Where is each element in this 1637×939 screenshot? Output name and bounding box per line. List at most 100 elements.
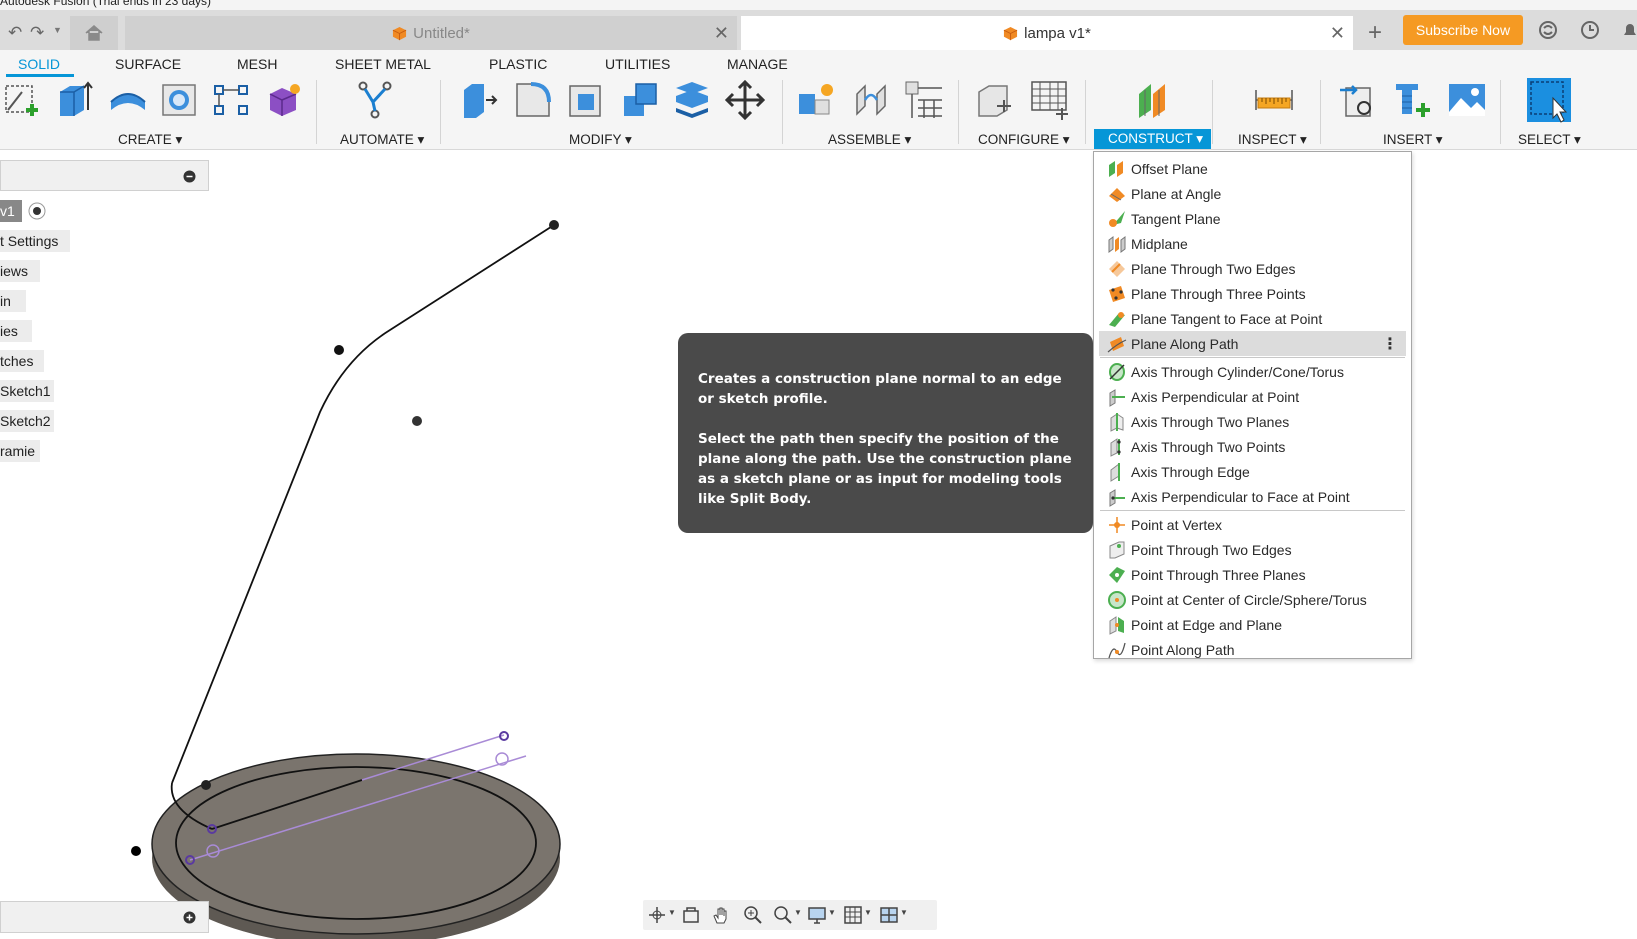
split-body-icon[interactable] [672, 80, 712, 120]
revolve-icon[interactable] [108, 80, 148, 120]
new-tab-button[interactable]: + [1358, 16, 1392, 50]
menu-item-point-at-vertex[interactable]: Point at Vertex [1099, 512, 1406, 537]
fit-icon[interactable] [773, 905, 793, 925]
menu-item-plane-at-angle[interactable]: Plane at Angle [1099, 181, 1406, 206]
create-sketch-icon[interactable] [2, 80, 42, 120]
browser-item-root[interactable]: v1 [0, 200, 22, 222]
menu-item-plane-tangent-to-face-at-point[interactable]: Plane Tangent to Face at Point [1099, 306, 1406, 331]
menu-item-midplane[interactable]: Midplane [1099, 231, 1406, 256]
press-pull-icon[interactable] [458, 80, 498, 120]
tab-manage[interactable]: MANAGE [727, 56, 788, 72]
menu-item-axis-through-two-points[interactable]: Axis Through Two Points [1099, 434, 1406, 459]
select-icon[interactable] [1525, 76, 1573, 124]
create-form-icon[interactable] [264, 80, 304, 120]
create-group-label[interactable]: CREATE ▾ [118, 132, 182, 148]
menu-item-point-through-three-planes[interactable]: Point Through Three Planes [1099, 562, 1406, 587]
configure-group-label[interactable]: CONFIGURE ▾ [978, 132, 1070, 148]
viewports-dropdown-icon[interactable]: ▼ [900, 908, 908, 917]
sketch-point[interactable] [549, 220, 559, 230]
undo-icon[interactable]: ↶ [8, 24, 22, 41]
zoom-dropdown-icon[interactable]: ▼ [794, 908, 802, 917]
orbit-icon[interactable] [647, 905, 667, 925]
insert-derive-icon[interactable] [1338, 80, 1378, 120]
sketch-point[interactable] [334, 345, 344, 355]
browser-item-bodies[interactable]: ies [0, 320, 32, 342]
construct-plane-icon[interactable] [1135, 80, 1175, 120]
menu-item-plane-along-path[interactable]: Plane Along Path ⋮ [1099, 331, 1406, 356]
pan-hand-icon[interactable] [711, 905, 731, 925]
expand-icon[interactable] [183, 911, 196, 924]
extrude-icon[interactable] [54, 80, 94, 120]
sketch-path[interactable] [171, 224, 555, 784]
menu-item-point-at-edge-and-plane[interactable]: Point at Edge and Plane [1099, 612, 1406, 637]
close-icon[interactable]: ✕ [714, 23, 729, 44]
sketch-point[interactable] [131, 846, 141, 856]
menu-item-point-along-path[interactable]: Point Along Path [1099, 637, 1406, 662]
browser-item-sketch2[interactable]: Sketch2 [0, 410, 54, 432]
display-dropdown-icon[interactable]: ▼ [828, 908, 836, 917]
menu-item-axis-through-edge[interactable]: Axis Through Edge [1099, 459, 1406, 484]
automate-icon[interactable] [355, 80, 395, 120]
menu-item-plane-through-three-points[interactable]: Plane Through Three Points [1099, 281, 1406, 306]
clock-icon[interactable] [1580, 20, 1600, 40]
pattern-icon[interactable] [212, 80, 252, 120]
inspect-group-label[interactable]: INSPECT ▾ [1238, 132, 1307, 148]
tab-lampa[interactable]: lampa v1* ✕ [741, 16, 1353, 50]
joint-icon[interactable] [851, 80, 891, 120]
zoom-icon[interactable] [743, 905, 763, 925]
modify-group-label[interactable]: MODIFY ▾ [569, 132, 632, 148]
tab-surface[interactable]: SURFACE [115, 56, 181, 72]
menu-item-plane-through-two-edges[interactable]: Plane Through Two Edges [1099, 256, 1406, 281]
tab-solid[interactable]: SOLID [18, 56, 60, 72]
shell-icon[interactable] [566, 80, 606, 120]
menu-item-axis-perpendicular-at-point[interactable]: Axis Perpendicular at Point [1099, 384, 1406, 409]
more-options-icon[interactable]: ⋮ [1382, 334, 1398, 354]
automate-group-label[interactable]: AUTOMATE ▾ [340, 132, 424, 148]
grid-dropdown-icon[interactable]: ▼ [864, 908, 872, 917]
hole-icon[interactable] [160, 80, 200, 120]
insert-group-label[interactable]: INSERT ▾ [1383, 132, 1443, 148]
home-button[interactable] [70, 16, 118, 50]
notifications-icon[interactable] [1620, 20, 1637, 40]
tab-untitled[interactable]: Untitled* ✕ [125, 16, 737, 50]
menu-item-axis-through-two-planes[interactable]: Axis Through Two Planes [1099, 409, 1406, 434]
menu-item-tangent-plane[interactable]: Tangent Plane [1099, 206, 1406, 231]
select-group-label[interactable]: SELECT ▾ [1518, 132, 1581, 148]
fillet-icon[interactable] [513, 80, 553, 120]
close-icon[interactable]: ✕ [1330, 23, 1345, 44]
display-settings-icon[interactable] [807, 905, 827, 925]
browser-item-named-views[interactable]: iews [0, 260, 40, 282]
viewports-icon[interactable] [879, 905, 899, 925]
menu-item-axis-perpendicular-to-face[interactable]: Axis Perpendicular to Face at Point [1099, 484, 1406, 509]
tab-sheet-metal[interactable]: SHEET METAL [335, 56, 431, 72]
browser-item-ramie[interactable]: ramie [0, 440, 40, 462]
sketch-point[interactable] [412, 416, 422, 426]
tab-utilities[interactable]: UTILITIES [605, 56, 670, 72]
menu-item-point-at-center[interactable]: Point at Center of Circle/Sphere/Torus [1099, 587, 1406, 612]
look-at-icon[interactable] [681, 905, 701, 925]
insert-mcmaster-icon[interactable] [1392, 80, 1432, 120]
combine-icon[interactable] [620, 80, 660, 120]
tab-mesh[interactable]: MESH [237, 56, 277, 72]
measure-icon[interactable] [1254, 80, 1294, 120]
menu-item-offset-plane[interactable]: Offset Plane [1099, 156, 1406, 181]
active-radio-icon[interactable] [28, 202, 46, 220]
browser-item-origin[interactable]: in [0, 290, 26, 312]
browser-item-document-settings[interactable]: t Settings [0, 230, 70, 252]
move-copy-icon[interactable] [725, 80, 765, 120]
grid-settings-icon[interactable] [843, 905, 863, 925]
redo-dropdown-icon[interactable]: ▼ [53, 25, 62, 35]
online-status-icon[interactable] [1538, 20, 1558, 40]
insert-canvas-icon[interactable] [1447, 80, 1487, 120]
browser-item-sketch1[interactable]: Sketch1 [0, 380, 54, 402]
tab-plastic[interactable]: PLASTIC [489, 56, 547, 72]
browser-item-sketches[interactable]: tches [0, 350, 44, 372]
menu-item-point-through-two-edges[interactable]: Point Through Two Edges [1099, 537, 1406, 562]
orbit-dropdown-icon[interactable]: ▼ [668, 908, 676, 917]
new-component-icon[interactable] [797, 80, 837, 120]
construct-group-label[interactable]: CONSTRUCT ▾ [1094, 129, 1212, 149]
sketch-point[interactable] [201, 780, 211, 790]
redo-icon[interactable]: ↷ [30, 24, 44, 41]
collapse-icon[interactable] [183, 170, 196, 183]
configuration-table-icon[interactable] [1030, 80, 1070, 120]
